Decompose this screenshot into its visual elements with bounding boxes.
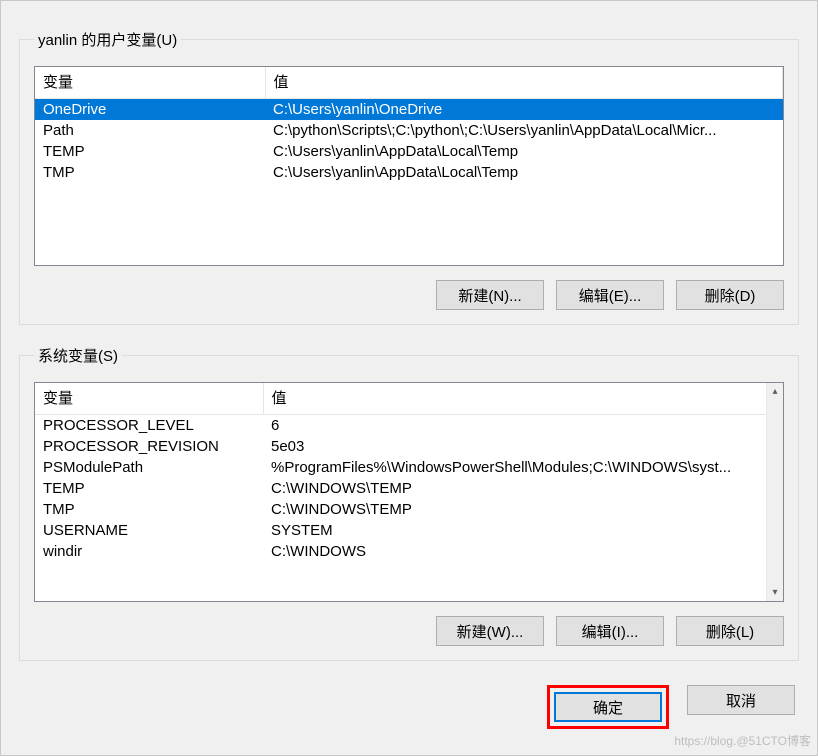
system-new-button[interactable]: 新建(W)... [436,616,544,646]
table-row[interactable]: TEMP C:\Users\yanlin\AppData\Local\Temp [35,141,783,162]
user-vars-listbox[interactable]: 变量 值 OneDrive C:\Users\yanlin\OneDrive P… [34,66,784,266]
cell-val: 5e03 [263,436,783,457]
user-vars-table: 变量 值 OneDrive C:\Users\yanlin\OneDrive P… [35,67,783,183]
dialog-button-row: 确定 取消 [1,673,817,745]
system-vars-table: 变量 值 PROCESSOR_LEVEL 6 PROCESSOR_REVISIO… [35,383,783,562]
user-vars-group: yanlin 的用户变量(U) 变量 值 OneDrive C:\Users\y… [19,29,799,325]
user-button-row: 新建(N)... 编辑(E)... 删除(D) [34,280,784,310]
user-edit-button[interactable]: 编辑(E)... [556,280,664,310]
table-row[interactable]: PROCESSOR_REVISION 5e03 [35,436,783,457]
cell-val: C:\WINDOWS\TEMP [263,499,783,520]
user-header-value[interactable]: 值 [265,67,783,99]
cell-val: SYSTEM [263,520,783,541]
cell-var: TMP [35,162,265,183]
table-row[interactable]: OneDrive C:\Users\yanlin\OneDrive [35,99,783,121]
cell-var: TEMP [35,141,265,162]
scroll-up-icon[interactable]: ▴ [767,383,783,400]
cell-val: C:\python\Scripts\;C:\python\;C:\Users\y… [265,120,783,141]
table-row[interactable]: USERNAME SYSTEM [35,520,783,541]
ok-button[interactable]: 确定 [554,692,662,722]
cell-var: TMP [35,499,263,520]
cell-var: USERNAME [35,520,263,541]
cell-val: C:\WINDOWS\TEMP [263,478,783,499]
env-vars-dialog: yanlin 的用户变量(U) 变量 值 OneDrive C:\Users\y… [0,0,818,756]
cell-var: PSModulePath [35,457,263,478]
cell-var: PROCESSOR_REVISION [35,436,263,457]
system-scrollbar[interactable]: ▴ ▾ [766,383,783,601]
table-row[interactable]: windir C:\WINDOWS [35,541,783,562]
system-edit-button[interactable]: 编辑(I)... [556,616,664,646]
table-row[interactable]: PSModulePath %ProgramFiles%\WindowsPower… [35,457,783,478]
cell-val: C:\Users\yanlin\AppData\Local\Temp [265,141,783,162]
ok-highlight-box: 确定 [547,685,669,729]
cell-var: PROCESSOR_LEVEL [35,415,263,437]
cancel-button[interactable]: 取消 [687,685,795,715]
cell-var: windir [35,541,263,562]
cell-val: C:\Users\yanlin\OneDrive [265,99,783,121]
scroll-down-icon[interactable]: ▾ [767,584,783,601]
cell-var: TEMP [35,478,263,499]
cell-var: OneDrive [35,99,265,121]
table-row[interactable]: Path C:\python\Scripts\;C:\python\;C:\Us… [35,120,783,141]
system-vars-legend: 系统变量(S) [34,345,122,366]
table-row[interactable]: TEMP C:\WINDOWS\TEMP [35,478,783,499]
system-header-value[interactable]: 值 [263,383,783,415]
user-header-variable[interactable]: 变量 [35,67,265,99]
system-vars-group: 系统变量(S) 变量 值 PROCESSOR_LEVEL 6 [19,345,799,661]
cell-var: Path [35,120,265,141]
user-vars-legend: yanlin 的用户变量(U) [34,29,181,50]
system-button-row: 新建(W)... 编辑(I)... 删除(L) [34,616,784,646]
table-row[interactable]: TMP C:\WINDOWS\TEMP [35,499,783,520]
user-delete-button[interactable]: 删除(D) [676,280,784,310]
cell-val: C:\WINDOWS [263,541,783,562]
user-new-button[interactable]: 新建(N)... [436,280,544,310]
table-row[interactable]: PROCESSOR_LEVEL 6 [35,415,783,437]
cell-val: %ProgramFiles%\WindowsPowerShell\Modules… [263,457,783,478]
system-listbox-wrap: 变量 值 PROCESSOR_LEVEL 6 PROCESSOR_REVISIO… [34,382,784,602]
cell-val: 6 [263,415,783,437]
cell-val: C:\Users\yanlin\AppData\Local\Temp [265,162,783,183]
table-row[interactable]: TMP C:\Users\yanlin\AppData\Local\Temp [35,162,783,183]
system-delete-button[interactable]: 删除(L) [676,616,784,646]
system-vars-listbox[interactable]: 变量 值 PROCESSOR_LEVEL 6 PROCESSOR_REVISIO… [34,382,784,602]
system-header-variable[interactable]: 变量 [35,383,263,415]
